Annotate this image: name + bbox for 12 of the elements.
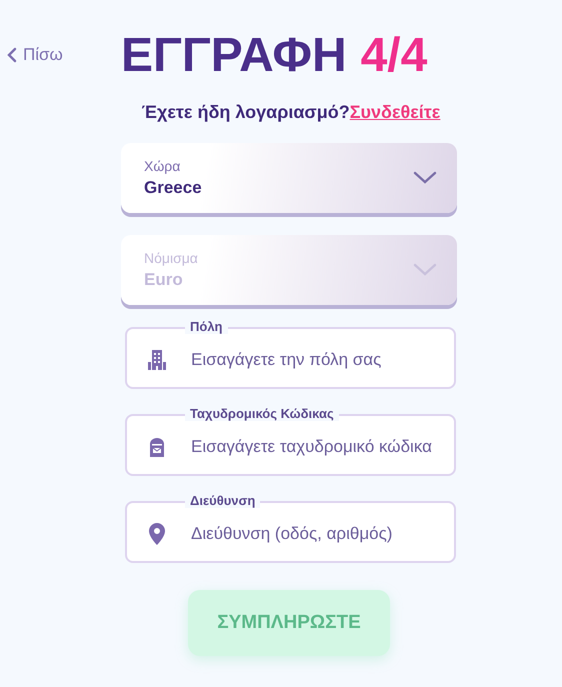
login-link[interactable]: Συνδεθείτε (350, 102, 440, 122)
chevron-down-icon (413, 263, 437, 277)
page-title: ΕΓΓΡΑΦΗ (121, 28, 347, 82)
building-icon (145, 348, 169, 372)
field-label: Ταχυδρομικός Κώδικας (185, 406, 339, 421)
field-label: Πόλη (185, 319, 228, 334)
field-label: Διεύθυνση (185, 493, 260, 508)
dropdown[interactable]: Χώρα Greece (121, 143, 457, 213)
step-counter: 4/4 (360, 28, 428, 82)
back-link[interactable]: Πίσω (7, 45, 107, 65)
chevron-down-icon (413, 171, 437, 185)
login-question: Έχετε ήδη λογαριασμό? (142, 102, 350, 122)
